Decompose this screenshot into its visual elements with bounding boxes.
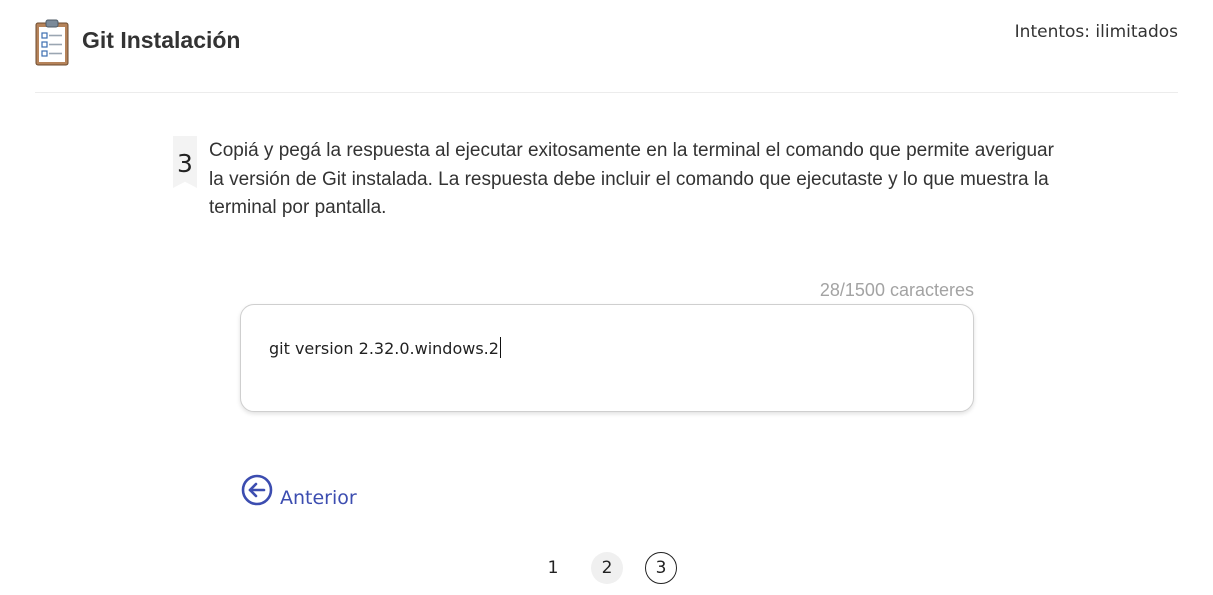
arrow-left-circle-icon — [241, 474, 273, 506]
answer-value-row: git version 2.32.0.windows.2 — [269, 337, 502, 358]
character-counter: 28/1500 caracteres — [819, 280, 974, 300]
previous-button[interactable]: Anterior — [241, 473, 357, 509]
answer-textarea[interactable]: git version 2.32.0.windows.2 — [240, 304, 974, 412]
question-number-badge: 3 — [173, 136, 197, 188]
question-number: 3 — [177, 149, 193, 178]
text-caret — [499, 337, 502, 358]
page-button-1[interactable]: 1 — [537, 552, 569, 584]
attempts-label: Intentos: ilimitados — [1014, 22, 1178, 42]
quiz-title: Git Instalación — [82, 27, 241, 53]
quiz-page: Git Instalación Intentos: ilimitados 3 C… — [0, 0, 1213, 595]
clipboard-checklist-icon — [35, 19, 69, 66]
question-text: Copiá y pegá la respuesta al ejecutar ex… — [209, 140, 1054, 218]
previous-label: Anterior — [280, 487, 357, 509]
header: Git Instalación Intentos: ilimitados — [35, 0, 1178, 93]
pagination: 1 2 3 — [537, 552, 677, 584]
answer-value: git version 2.32.0.windows.2 — [269, 339, 499, 358]
page-button-3-current[interactable]: 3 — [645, 552, 677, 584]
page-button-2[interactable]: 2 — [591, 552, 623, 584]
